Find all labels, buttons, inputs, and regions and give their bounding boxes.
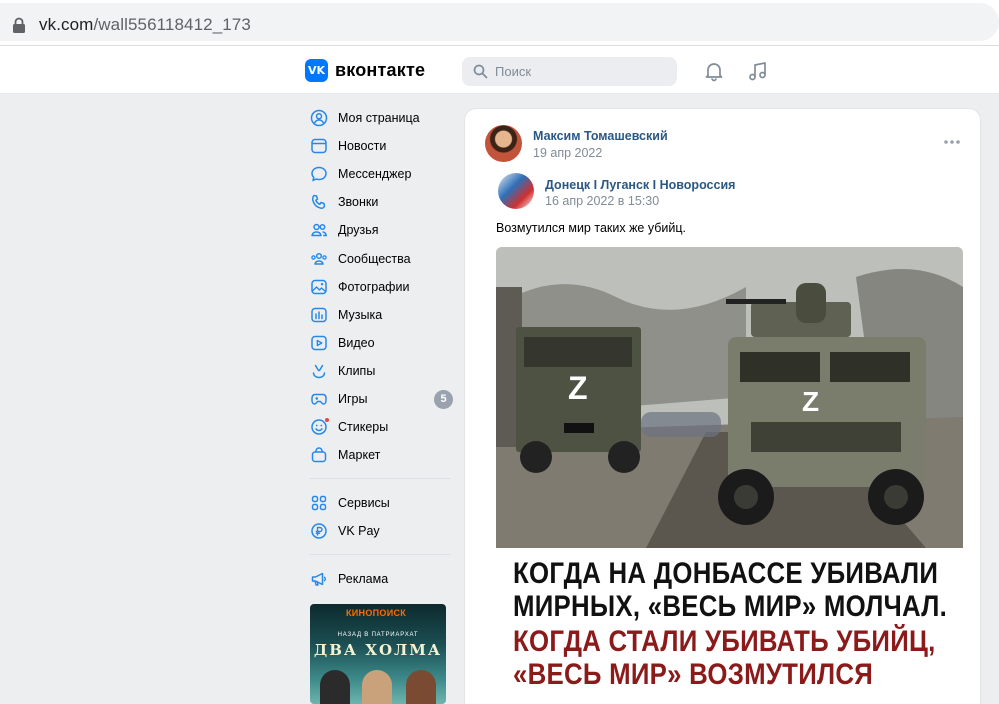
ad-subtitle: НАЗАД В ПАТРИАРХАТ	[337, 632, 419, 638]
repost-source-name[interactable]: Донецк I Луганск I Новороссия	[545, 178, 735, 192]
caption-line: «ВЕСЬ МИР» ВОЗМУТИЛСЯ	[513, 658, 874, 691]
vk-logo-text: вконтакте	[335, 60, 426, 80]
friends-icon	[309, 220, 329, 240]
music-icon	[309, 305, 329, 325]
grid-icon	[309, 493, 329, 513]
message-icon	[309, 164, 329, 184]
menu-divider	[309, 478, 451, 480]
megaphone-icon	[309, 569, 329, 589]
menu-item-stickers[interactable]: Стикеры	[305, 413, 455, 441]
vk-logo-mark: VK	[305, 59, 328, 82]
sticker-icon	[309, 417, 330, 437]
ad-person	[362, 670, 392, 704]
menu-label: Звонки	[338, 195, 379, 210]
caption-red: КОГДА СТАЛИ УБИВАТЬ УБИЙЦ, «ВЕСЬ МИР» ВО…	[513, 625, 936, 691]
caption-black: КОГДА НА ДОНБАССЕ УБИВАЛИ МИРНЫХ, «ВЕСЬ …	[513, 557, 947, 623]
author-avatar[interactable]	[485, 125, 522, 162]
vk-logo[interactable]: VK вконтакте	[305, 59, 425, 82]
search-icon	[473, 64, 488, 79]
more-icon[interactable]	[943, 139, 961, 145]
menu-label: Видео	[338, 335, 375, 350]
caption-line: КОГДА НА ДОНБАССЕ УБИВАЛИ	[513, 557, 939, 590]
menu-label: Музыка	[338, 307, 383, 322]
menu-label: VK Pay	[338, 524, 380, 539]
menu-item-photos[interactable]: Фотографии	[305, 273, 455, 301]
url-field[interactable]: vk.com/wall556118412_173	[0, 3, 999, 41]
menu-label: Игры	[338, 391, 368, 406]
photo-area: Z Z	[496, 247, 963, 548]
market-bag-icon	[309, 445, 329, 465]
post-card: Максим Томашевский 19 апр 2022 Донецк I …	[464, 108, 981, 704]
communities-icon	[309, 249, 329, 269]
menu-item-my-page[interactable]: Моя страница	[305, 104, 455, 132]
menu-item-calls[interactable]: Звонки	[305, 188, 455, 216]
browser-address-bar: vk.com/wall556118412_173	[0, 0, 999, 46]
bell-icon[interactable]	[703, 60, 725, 82]
menu-label: Друзья	[338, 223, 379, 238]
ad-banner[interactable]: КИНОПОИСК НАЗАД В ПАТРИАРХАТ ДВА ХОЛМА	[310, 604, 446, 704]
menu-item-news[interactable]: Новости	[305, 132, 455, 160]
user-circle-icon	[309, 108, 329, 128]
post-text: Возмутился мир таких же убийц.	[496, 221, 687, 235]
notification-dot	[324, 417, 330, 424]
clips-icon	[309, 361, 329, 381]
vehicle-marking-back: Z	[568, 370, 588, 406]
menu-label: Сервисы	[338, 496, 390, 511]
ad-title: ДВА ХОЛМА	[313, 641, 443, 659]
menu-item-friends[interactable]: Друзья	[305, 216, 455, 244]
menu-item-clips[interactable]: Клипы	[305, 357, 455, 385]
caption-line: КОГДА СТАЛИ УБИВАТЬ УБИЙЦ,	[513, 625, 936, 658]
url-host: vk.com	[39, 15, 94, 34]
menu-item-games[interactable]: Игры 5	[305, 385, 455, 413]
menu-item-services[interactable]: Сервисы	[305, 489, 455, 517]
menu-item-video[interactable]: Видео	[305, 329, 455, 357]
menu-item-market[interactable]: Маркет	[305, 441, 455, 469]
military-vehicles-illustration: Z Z	[496, 247, 963, 548]
ad-brand: КИНОПОИСК	[346, 608, 407, 618]
menu-label: Мессенджер	[338, 167, 412, 182]
repost-source-avatar[interactable]	[498, 173, 534, 209]
ad-person	[320, 670, 350, 704]
url-path: /wall556118412_173	[93, 15, 251, 34]
menu-label: Моя страница	[338, 111, 420, 126]
games-badge: 5	[434, 389, 453, 409]
music-note-icon[interactable]	[747, 60, 769, 82]
post-image[interactable]: Z Z КОГДА НА ДОНБАССЕ УБИВАЛИ МИРНЫХ, «В…	[496, 247, 963, 704]
menu-item-music[interactable]: Музыка	[305, 301, 455, 329]
ad-person	[406, 670, 436, 704]
menu-label: Клипы	[338, 363, 376, 378]
news-icon	[309, 136, 329, 156]
vkpay-icon	[309, 521, 329, 541]
search-input[interactable]	[495, 57, 670, 86]
menu-item-communities[interactable]: Сообщества	[305, 244, 455, 272]
menu-label: Фотографии	[338, 279, 410, 294]
search-box	[462, 57, 677, 86]
menu-label: Реклама	[338, 572, 389, 587]
phone-icon	[309, 192, 329, 212]
menu-label: Сообщества	[338, 251, 411, 266]
repost-date[interactable]: 16 апр 2022 в 15:30	[545, 194, 659, 208]
left-menu: Моя страница Новости Мессенджер Звонки Д…	[305, 104, 455, 594]
photo-icon	[309, 277, 329, 297]
vk-header: VK вконтакте	[0, 46, 999, 94]
caption-line: МИРНЫХ, «ВЕСЬ МИР» МОЛЧАЛ.	[513, 590, 948, 623]
menu-divider	[309, 554, 451, 556]
menu-item-ads[interactable]: Реклама	[305, 565, 455, 593]
lock-icon	[13, 17, 25, 33]
video-icon	[309, 333, 329, 353]
menu-label: Стикеры	[338, 420, 389, 435]
menu-label: Маркет	[338, 448, 381, 463]
url-text: vk.com/wall556118412_173	[39, 15, 251, 35]
menu-item-vkpay[interactable]: VK Pay	[305, 517, 455, 545]
menu-label: Новости	[338, 139, 387, 154]
gamepad-icon	[309, 389, 329, 409]
author-name[interactable]: Максим Томашевский	[533, 129, 668, 143]
post-date[interactable]: 19 апр 2022	[533, 146, 602, 160]
vehicle-marking-front: Z	[802, 386, 819, 417]
menu-item-messenger[interactable]: Мессенджер	[305, 160, 455, 188]
